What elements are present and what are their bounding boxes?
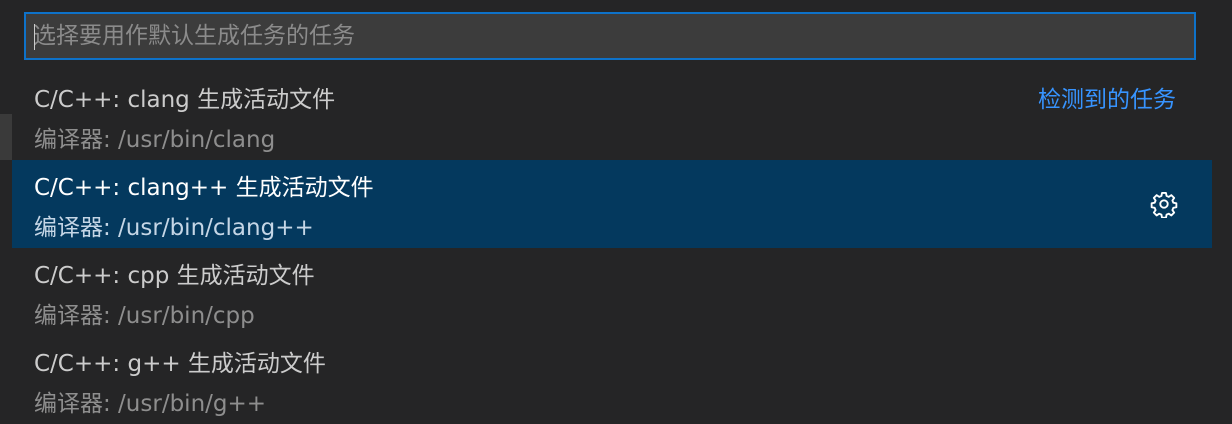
item-detail: 编译器: /usr/bin/clang++ — [34, 215, 314, 241]
search-box[interactable] — [24, 12, 1196, 60]
item-label: C/C++: clang 生成活动文件 — [34, 87, 336, 113]
item-label: C/C++: clang++ 生成活动文件 — [34, 175, 374, 201]
list-item[interactable]: C/C++: clang 生成活动文件 检测到的任务 编译器: /usr/bin… — [12, 72, 1212, 160]
list-item[interactable]: C/C++: g++ 生成活动文件 编译器: /usr/bin/g++ — [12, 336, 1212, 424]
search-input[interactable] — [26, 14, 1194, 58]
item-detail: 编译器: /usr/bin/cpp — [34, 303, 255, 329]
editor-edge — [0, 114, 12, 160]
item-detail: 编译器: /usr/bin/g++ — [34, 391, 267, 417]
quick-pick: C/C++: clang 生成活动文件 检测到的任务 编译器: /usr/bin… — [12, 0, 1212, 422]
item-detail: 编译器: /usr/bin/clang — [34, 127, 276, 153]
item-label: C/C++: cpp 生成活动文件 — [34, 263, 315, 289]
list-item[interactable]: C/C++: cpp 生成活动文件 编译器: /usr/bin/cpp — [12, 248, 1212, 336]
gear-icon[interactable] — [1150, 190, 1178, 218]
list-item[interactable]: C/C++: clang++ 生成活动文件 编译器: /usr/bin/clan… — [12, 160, 1212, 248]
group-label: 检测到的任务 — [1038, 87, 1176, 113]
text-caret — [34, 24, 35, 50]
task-list: C/C++: clang 生成活动文件 检测到的任务 编译器: /usr/bin… — [12, 72, 1212, 424]
item-label: C/C++: g++ 生成活动文件 — [34, 351, 326, 377]
